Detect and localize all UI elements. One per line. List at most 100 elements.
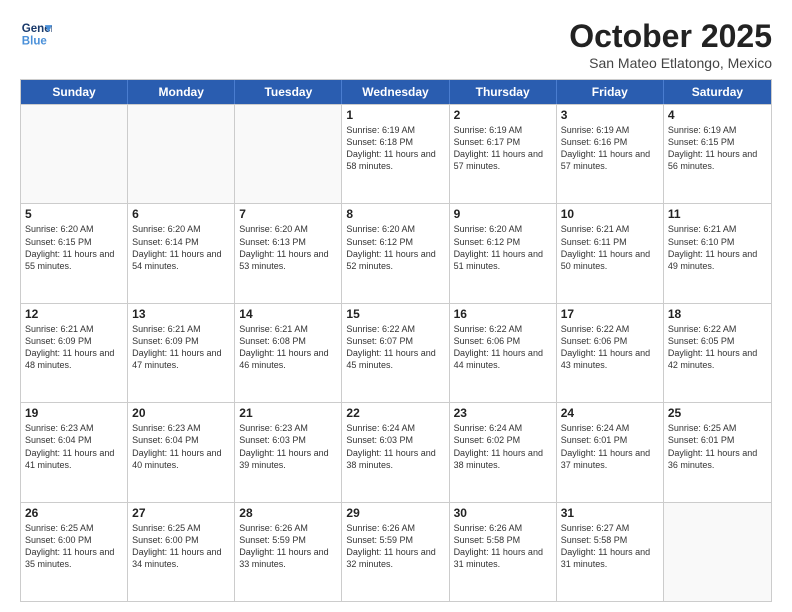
calendar-cell [128,105,235,203]
day-info: Sunrise: 6:22 AM Sunset: 6:06 PM Dayligh… [561,323,659,372]
title-block: October 2025 San Mateo Etlatongo, Mexico [569,18,772,71]
day-number: 20 [132,406,230,420]
calendar-cell: 22 Sunrise: 6:24 AM Sunset: 6:03 PM Dayli… [342,403,449,501]
day-info: Sunrise: 6:20 AM Sunset: 6:13 PM Dayligh… [239,223,337,272]
day-number: 22 [346,406,444,420]
calendar-body: 1 Sunrise: 6:19 AM Sunset: 6:18 PM Daylig… [21,104,771,601]
svg-text:Blue: Blue [22,36,48,48]
day-number: 4 [668,108,767,122]
weekday-header: Friday [557,80,664,104]
day-info: Sunrise: 6:22 AM Sunset: 6:07 PM Dayligh… [346,323,444,372]
calendar-week: 12 Sunrise: 6:21 AM Sunset: 6:09 PM Dayli… [21,303,771,402]
calendar-cell: 30 Sunrise: 6:26 AM Sunset: 5:58 PM Dayli… [450,503,557,601]
day-info: Sunrise: 6:25 AM Sunset: 6:01 PM Dayligh… [668,422,767,471]
calendar-cell: 23 Sunrise: 6:24 AM Sunset: 6:02 PM Dayli… [450,403,557,501]
day-number: 11 [668,207,767,221]
day-info: Sunrise: 6:23 AM Sunset: 6:04 PM Dayligh… [132,422,230,471]
day-info: Sunrise: 6:26 AM Sunset: 5:58 PM Dayligh… [454,522,552,571]
day-info: Sunrise: 6:24 AM Sunset: 6:02 PM Dayligh… [454,422,552,471]
weekday-header: Tuesday [235,80,342,104]
weekday-header: Wednesday [342,80,449,104]
day-info: Sunrise: 6:20 AM Sunset: 6:15 PM Dayligh… [25,223,123,272]
day-number: 16 [454,307,552,321]
calendar-cell [21,105,128,203]
weekday-header: Thursday [450,80,557,104]
day-info: Sunrise: 6:26 AM Sunset: 5:59 PM Dayligh… [239,522,337,571]
day-number: 8 [346,207,444,221]
day-number: 19 [25,406,123,420]
calendar-cell: 11Sunrise: 6:21 AM Sunset: 6:10 PM Dayli… [664,204,771,302]
day-number: 6 [132,207,230,221]
calendar-cell: 13 Sunrise: 6:21 AM Sunset: 6:09 PM Dayli… [128,304,235,402]
day-number: 30 [454,506,552,520]
calendar-cell: 16 Sunrise: 6:22 AM Sunset: 6:06 PM Dayli… [450,304,557,402]
day-number: 12 [25,307,123,321]
calendar-cell: 7 Sunrise: 6:20 AM Sunset: 6:13 PM Daylig… [235,204,342,302]
calendar-cell: 12Sunrise: 6:21 AM Sunset: 6:09 PM Dayli… [21,304,128,402]
calendar-cell [235,105,342,203]
day-number: 31 [561,506,659,520]
day-info: Sunrise: 6:20 AM Sunset: 6:12 PM Dayligh… [346,223,444,272]
calendar-cell: 31 Sunrise: 6:27 AM Sunset: 5:58 PM Dayli… [557,503,664,601]
day-info: Sunrise: 6:20 AM Sunset: 6:12 PM Dayligh… [454,223,552,272]
day-info: Sunrise: 6:19 AM Sunset: 6:16 PM Dayligh… [561,124,659,173]
header: General Blue October 2025 San Mateo Etla… [20,18,772,71]
calendar-cell: 25 Sunrise: 6:25 AM Sunset: 6:01 PM Dayli… [664,403,771,501]
day-info: Sunrise: 6:21 AM Sunset: 6:08 PM Dayligh… [239,323,337,372]
day-number: 27 [132,506,230,520]
weekday-header: Sunday [21,80,128,104]
calendar-cell: 10 Sunrise: 6:21 AM Sunset: 6:11 PM Dayli… [557,204,664,302]
calendar-week: 1 Sunrise: 6:19 AM Sunset: 6:18 PM Daylig… [21,104,771,203]
day-number: 5 [25,207,123,221]
calendar-cell: 5 Sunrise: 6:20 AM Sunset: 6:15 PM Daylig… [21,204,128,302]
day-info: Sunrise: 6:21 AM Sunset: 6:11 PM Dayligh… [561,223,659,272]
day-info: Sunrise: 6:21 AM Sunset: 6:09 PM Dayligh… [132,323,230,372]
calendar-cell: 29Sunrise: 6:26 AM Sunset: 5:59 PM Dayli… [342,503,449,601]
day-number: 13 [132,307,230,321]
calendar-week: 26 Sunrise: 6:25 AM Sunset: 6:00 PM Dayli… [21,502,771,601]
day-info: Sunrise: 6:19 AM Sunset: 6:15 PM Dayligh… [668,124,767,173]
day-number: 21 [239,406,337,420]
day-info: Sunrise: 6:19 AM Sunset: 6:18 PM Dayligh… [346,124,444,173]
calendar-cell: 14Sunrise: 6:21 AM Sunset: 6:08 PM Dayli… [235,304,342,402]
logo-icon: General Blue [20,18,52,50]
calendar-cell: 17Sunrise: 6:22 AM Sunset: 6:06 PM Dayli… [557,304,664,402]
calendar-cell: 8 Sunrise: 6:20 AM Sunset: 6:12 PM Daylig… [342,204,449,302]
month-title: October 2025 [569,18,772,55]
calendar-cell: 21Sunrise: 6:23 AM Sunset: 6:03 PM Dayli… [235,403,342,501]
day-number: 10 [561,207,659,221]
day-info: Sunrise: 6:24 AM Sunset: 6:03 PM Dayligh… [346,422,444,471]
calendar-cell: 3 Sunrise: 6:19 AM Sunset: 6:16 PM Daylig… [557,105,664,203]
day-info: Sunrise: 6:22 AM Sunset: 6:05 PM Dayligh… [668,323,767,372]
day-number: 28 [239,506,337,520]
location: San Mateo Etlatongo, Mexico [569,55,772,71]
day-info: Sunrise: 6:20 AM Sunset: 6:14 PM Dayligh… [132,223,230,272]
day-info: Sunrise: 6:27 AM Sunset: 5:58 PM Dayligh… [561,522,659,571]
calendar-cell: 28 Sunrise: 6:26 AM Sunset: 5:59 PM Dayli… [235,503,342,601]
calendar-cell [664,503,771,601]
calendar-cell: 18Sunrise: 6:22 AM Sunset: 6:05 PM Dayli… [664,304,771,402]
calendar-header: SundayMondayTuesdayWednesdayThursdayFrid… [21,80,771,104]
calendar-cell: 19Sunrise: 6:23 AM Sunset: 6:04 PM Dayli… [21,403,128,501]
day-number: 26 [25,506,123,520]
calendar-cell: 26 Sunrise: 6:25 AM Sunset: 6:00 PM Dayli… [21,503,128,601]
day-number: 7 [239,207,337,221]
page: General Blue October 2025 San Mateo Etla… [0,0,792,612]
logo: General Blue [20,18,52,50]
calendar-cell: 15Sunrise: 6:22 AM Sunset: 6:07 PM Dayli… [342,304,449,402]
day-number: 3 [561,108,659,122]
calendar-week: 5 Sunrise: 6:20 AM Sunset: 6:15 PM Daylig… [21,203,771,302]
day-number: 23 [454,406,552,420]
day-number: 2 [454,108,552,122]
calendar: SundayMondayTuesdayWednesdayThursdayFrid… [20,79,772,602]
day-info: Sunrise: 6:19 AM Sunset: 6:17 PM Dayligh… [454,124,552,173]
day-number: 9 [454,207,552,221]
day-number: 1 [346,108,444,122]
day-info: Sunrise: 6:25 AM Sunset: 6:00 PM Dayligh… [25,522,123,571]
day-info: Sunrise: 6:22 AM Sunset: 6:06 PM Dayligh… [454,323,552,372]
weekday-header: Saturday [664,80,771,104]
day-number: 25 [668,406,767,420]
calendar-cell: 4 Sunrise: 6:19 AM Sunset: 6:15 PM Daylig… [664,105,771,203]
calendar-week: 19 Sunrise: 6:23 AM Sunset: 6:04 PM Dayli… [21,402,771,501]
day-number: 29 [346,506,444,520]
